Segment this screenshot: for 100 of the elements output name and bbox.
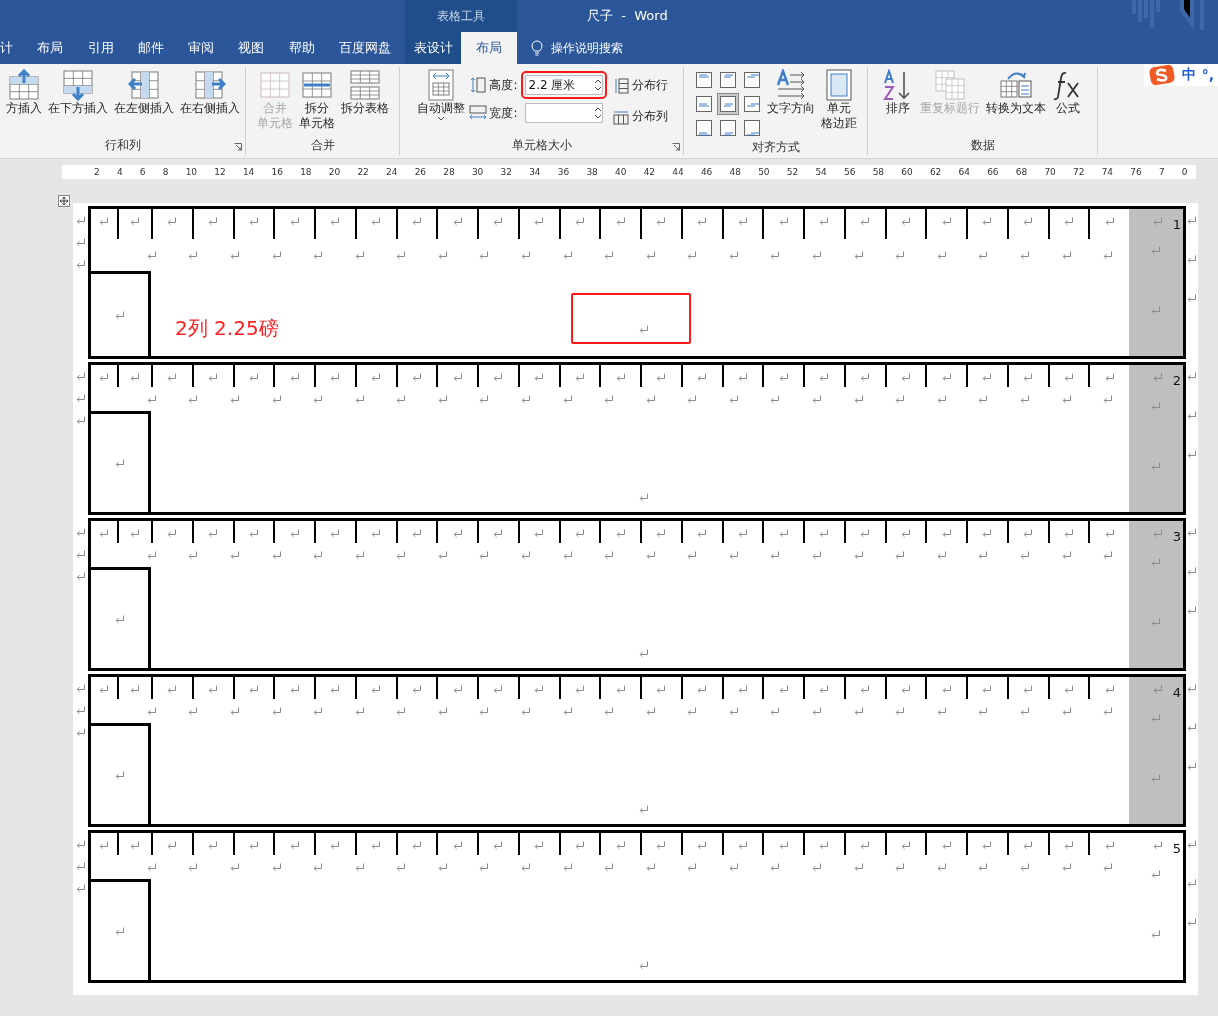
ruler-label: 54	[815, 167, 827, 177]
paragraph-mark-icon	[75, 862, 86, 871]
paragraph-mark-icon	[778, 841, 789, 850]
ribbon-button[interactable]: 拆分表格	[338, 67, 391, 118]
paragraph-mark-icon	[900, 217, 911, 226]
paragraph-mark-icon	[645, 394, 656, 404]
paragraph-mark-icon	[75, 238, 86, 247]
paragraph-mark-icon	[936, 550, 947, 560]
ribbon-button[interactable]: 公式	[1049, 67, 1086, 118]
ruler-label: 56	[844, 167, 856, 177]
paragraph-mark-icon	[1019, 706, 1030, 716]
paragraph-mark-icon	[114, 926, 125, 936]
paragraph-mark-icon	[728, 550, 739, 560]
paragraph-mark-icon	[687, 862, 698, 872]
paragraph-mark-icon	[615, 841, 626, 850]
paragraph-mark-icon	[1151, 714, 1161, 723]
paragraph-mark-icon	[75, 684, 86, 693]
ime-punctuation[interactable]: °,	[1201, 67, 1214, 83]
ribbon-tab[interactable]: 引用	[77, 32, 124, 64]
align-icon	[719, 72, 736, 88]
ribbon-button[interactable]: 方插入	[3, 67, 44, 118]
window-title: 尺子 - Word	[587, 7, 668, 25]
ribbon-button[interactable]: 拆分 单元格	[296, 67, 337, 133]
paragraph-mark-icon	[1061, 862, 1072, 872]
ribbon-button[interactable]: 自动调整	[415, 67, 468, 124]
ribbon-tab[interactable]: 布局	[461, 32, 517, 64]
paragraph-mark-icon	[574, 373, 585, 382]
ribbon-button[interactable]: 文字方向	[764, 67, 817, 118]
paragraph-mark-icon	[437, 862, 448, 872]
dialog-launcher-icon[interactable]	[234, 143, 242, 151]
ruler-label: 70	[1044, 167, 1056, 177]
align-icon	[719, 120, 736, 136]
ribbon-tab[interactable]: 邮件	[127, 32, 174, 64]
tell-me-search[interactable]: 操作说明搜索	[551, 39, 623, 57]
paragraph-mark-icon	[860, 841, 871, 850]
ime-language[interactable]: 中	[1181, 66, 1196, 84]
paragraph-mark-icon	[130, 529, 140, 538]
paragraph-mark-icon	[248, 217, 259, 226]
paragraph-mark-icon	[1187, 216, 1197, 225]
column-width-icon	[469, 105, 488, 121]
paragraph-mark-icon	[1151, 558, 1161, 567]
ribbon-button[interactable]: 在左侧插入	[111, 67, 176, 118]
paragraph-mark-icon	[208, 841, 219, 850]
paragraph-mark-icon	[645, 250, 656, 260]
ribbon-button[interactable]: 在右侧插入	[177, 67, 242, 118]
paragraph-mark-icon	[819, 529, 830, 538]
paragraph-mark-icon	[114, 458, 125, 468]
paragraph-mark-icon	[1063, 841, 1074, 850]
paragraph-mark-icon	[978, 706, 989, 716]
align-button[interactable]	[716, 93, 739, 115]
ribbon-button[interactable]: 排序	[879, 67, 916, 118]
paragraph-mark-icon	[437, 706, 448, 716]
table-number: 3	[1172, 529, 1181, 544]
ribbon-tab[interactable]: 百度网盘	[328, 32, 401, 64]
move-handle-icon[interactable]	[58, 195, 70, 207]
ribbon-button[interactable]: 分布列	[612, 108, 668, 125]
group-label: 合并	[310, 136, 335, 154]
paragraph-mark-icon	[271, 550, 282, 560]
table-number: 5	[1172, 841, 1181, 856]
paragraph-mark-icon	[330, 529, 341, 538]
paragraph-mark-icon	[812, 862, 823, 872]
paragraph-mark-icon	[99, 373, 109, 382]
ruler-label: 32	[500, 167, 512, 177]
paragraph-mark-icon	[167, 217, 178, 226]
paragraph-mark-icon	[656, 373, 667, 382]
paragraph-mark-icon	[75, 572, 86, 581]
ruler-label: 52	[786, 167, 799, 177]
ime-logo-icon[interactable]	[1147, 64, 1176, 86]
paragraph-mark-icon	[860, 373, 871, 382]
paragraph-mark-icon	[289, 685, 300, 694]
ribbon-tab[interactable]: 帮助	[278, 32, 325, 64]
ribbon-button[interactable]: 分布行	[612, 77, 668, 94]
paragraph-mark-icon	[354, 706, 365, 716]
ribbon-button[interactable]: 在下方插入	[45, 67, 110, 118]
ribbon-tab[interactable]: 审阅	[178, 32, 225, 64]
paragraph-mark-icon	[99, 217, 109, 226]
paragraph-mark-icon	[330, 373, 341, 382]
split-cells-icon	[300, 69, 333, 101]
paragraph-mark-icon	[770, 706, 781, 716]
align-icon	[695, 96, 712, 112]
paragraph-mark-icon	[639, 493, 649, 502]
paragraph-mark-icon	[1104, 841, 1115, 850]
ribbon-tab[interactable]: 视图	[228, 32, 275, 64]
paragraph-mark-icon	[289, 841, 300, 850]
ruler-label: 46	[700, 167, 713, 177]
dialog-launcher-icon[interactable]	[672, 143, 680, 151]
paragraph-mark-icon	[941, 841, 952, 850]
paragraph-mark-icon	[271, 706, 282, 716]
paragraph-mark-icon	[1187, 762, 1197, 771]
paragraph-mark-icon	[114, 614, 125, 624]
ribbon-button[interactable]: 单元 格边距	[818, 67, 859, 133]
paragraph-mark-icon	[1187, 411, 1197, 420]
paragraph-mark-icon	[188, 706, 199, 716]
horizontal-ruler[interactable]: 2 4 6 8 10 12 14 16 18 20 22 24 26 28 30 32 34 36 38 40 42 44 46 48 50 52 54 56 58 60 62 64 66 68 70 72 74 76 7 0	[62, 165, 1196, 179]
paragraph-mark-icon	[1152, 529, 1163, 538]
ribbon-button[interactable]: 转换为文本	[983, 67, 1048, 118]
spin-field[interactable]	[524, 103, 603, 123]
paragraph-mark-icon	[146, 250, 157, 260]
ribbon-tab[interactable]: 计	[0, 32, 23, 64]
ribbon-tab[interactable]: 布局	[27, 32, 74, 64]
